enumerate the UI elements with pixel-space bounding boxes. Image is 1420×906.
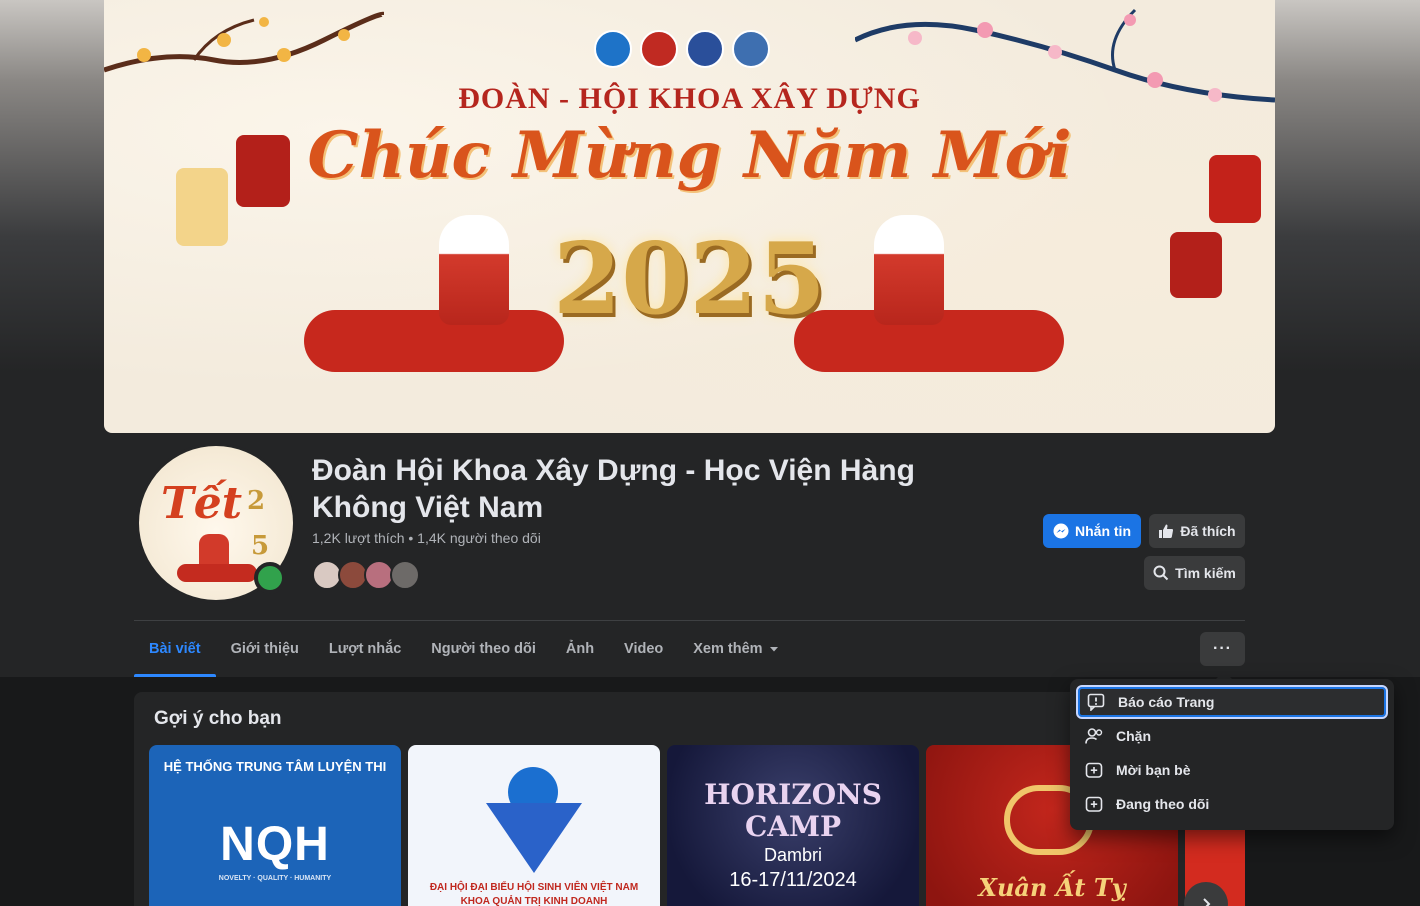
message-button[interactable]: Nhắn tin xyxy=(1043,514,1141,548)
tab-label: Người theo dõi xyxy=(431,641,536,657)
menu-item-report-page[interactable]: Báo cáo Trang xyxy=(1076,685,1388,719)
follower-avatars[interactable] xyxy=(312,560,420,590)
lion-dance-figure xyxy=(874,215,944,325)
tab-label: Video xyxy=(624,641,664,657)
menu-item-invite-friends[interactable]: Mời bạn bè xyxy=(1076,753,1388,787)
suggestion-card[interactable]: HORIZONS CAMP Dambri 16-17/11/2024 xyxy=(667,745,919,906)
page-tabs: Bài viết Giới thiệu Lượt nhắc Người theo… xyxy=(134,621,794,677)
menu-item-block[interactable]: Chặn xyxy=(1076,719,1388,753)
profile-picture-cloud xyxy=(177,564,257,582)
tab-label: Ảnh xyxy=(565,641,595,657)
online-status-indicator xyxy=(254,562,286,594)
tab-followers[interactable]: Người theo dõi xyxy=(416,621,551,677)
chevron-right-icon xyxy=(1203,898,1211,906)
academy-logo xyxy=(686,30,724,68)
tab-label: Xem thêm xyxy=(693,641,763,657)
suggestion-text: Xuân Ất Tỵ xyxy=(978,873,1126,902)
cover-greeting: Chúc Mừng Năm Mới xyxy=(307,118,1072,193)
menu-item-following[interactable]: Đang theo dõi xyxy=(1076,787,1388,821)
avatar[interactable] xyxy=(390,560,420,590)
suggestion-date: 16-17/11/2024 xyxy=(729,869,857,891)
tab-label: Bài viết xyxy=(149,641,201,657)
messenger-icon xyxy=(1053,523,1069,539)
caret-down-icon xyxy=(769,647,778,652)
message-button-label: Nhắn tin xyxy=(1075,523,1131,539)
tab-posts[interactable]: Bài viết xyxy=(134,621,216,677)
communist-youth-logo xyxy=(640,30,678,68)
menu-item-label: Mời bạn bè xyxy=(1116,762,1191,778)
suggestion-card[interactable]: HỆ THỐNG TRUNG TÂM LUYỆN THI NQH NOVELTY… xyxy=(149,745,401,906)
invite-icon xyxy=(1084,760,1104,780)
suggestion-subtext: NOVELTY · QUALITY · HUMANITY xyxy=(218,875,332,882)
cover-heading: ĐOÀN - HỘI KHOA XÂY DỰNG xyxy=(458,82,921,115)
thumbs-up-icon xyxy=(1159,524,1174,538)
page-title: Đoàn Hội Khoa Xây Dựng - Học Viện Hàng K… xyxy=(312,454,915,524)
suggestion-v-shape xyxy=(486,803,582,873)
suggestions-title: Gợi ý cho bạn xyxy=(154,708,282,729)
tab-label: Lượt nhắc xyxy=(328,641,402,657)
suggestion-caption: ĐẠI HỘI ĐẠI BIỂU HỘI SINH VIÊN VIỆT NAM xyxy=(429,882,639,893)
youth-union-logo xyxy=(594,30,632,68)
more-options-menu: Báo cáo Trang Chặn Mời bạn bè Đang theo … xyxy=(1070,679,1394,830)
cover-photo[interactable]: ĐOÀN - HỘI KHOA XÂY DỰNG Chúc Mừng Năm M… xyxy=(104,0,1275,433)
search-button[interactable]: Tìm kiếm xyxy=(1144,556,1245,590)
cover-year: 2025 xyxy=(553,222,826,337)
following-icon xyxy=(1084,794,1104,814)
search-button-label: Tìm kiếm xyxy=(1175,565,1236,581)
lion-dance-figure xyxy=(439,215,509,325)
liked-button[interactable]: Đã thích xyxy=(1149,514,1245,548)
tab-about[interactable]: Giới thiệu xyxy=(216,621,314,677)
tab-videos[interactable]: Video xyxy=(609,621,678,677)
menu-item-label: Chặn xyxy=(1116,728,1151,744)
profile-picture-number: 5 xyxy=(251,531,270,561)
menu-item-label: Đang theo dõi xyxy=(1116,796,1210,812)
page-stats[interactable]: 1,2K lượt thích • 1,4K người theo dõi xyxy=(312,530,541,546)
profile-picture-text: Tết xyxy=(161,478,243,529)
block-user-icon xyxy=(1084,726,1104,746)
tab-mentions[interactable]: Lượt nhắc xyxy=(314,621,416,677)
report-icon xyxy=(1086,692,1106,712)
tab-label: Giới thiệu xyxy=(230,641,299,657)
faculty-logo xyxy=(732,30,770,68)
menu-item-label: Báo cáo Trang xyxy=(1118,694,1215,710)
suggestion-top-text: HỆ THỐNG TRUNG TÂM LUYỆN THI xyxy=(163,759,387,774)
suggestion-logo: NQH xyxy=(220,818,330,871)
cover-organization-logos xyxy=(594,30,770,68)
liked-button-label: Đã thích xyxy=(1180,523,1236,539)
red-cloud-decoration xyxy=(304,310,564,372)
search-icon xyxy=(1153,565,1169,581)
tab-more[interactable]: Xem thêm xyxy=(678,621,793,677)
suggestion-card[interactable]: 2025 - 2028 ĐẠI HỘI ĐẠI BIỂU HỘI SINH VI… xyxy=(408,745,660,906)
tab-photos[interactable]: Ảnh xyxy=(551,621,609,677)
suggestion-place: Dambri xyxy=(763,845,822,865)
profile-picture-number: 2 xyxy=(247,486,266,516)
more-options-button[interactable]: ··· xyxy=(1200,632,1245,666)
suggestion-caption-2: KHOA QUẢN TRỊ KINH DOANH xyxy=(460,896,608,906)
suggestion-title: HORIZONS CAMP xyxy=(704,778,882,843)
